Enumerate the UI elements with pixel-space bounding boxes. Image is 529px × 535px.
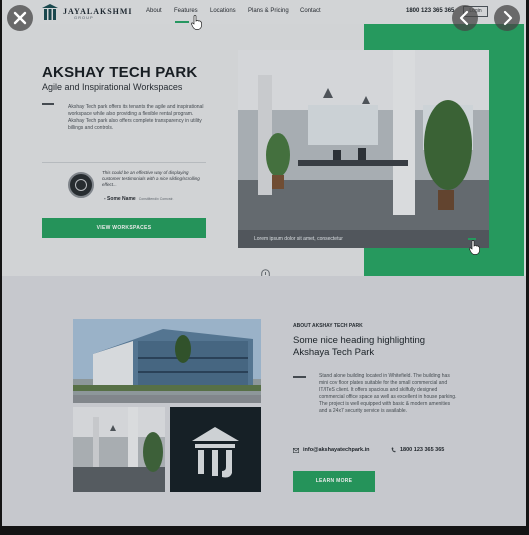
- nav-active-indicator: [175, 21, 189, 23]
- about-description: Stand alone building located in Whitefie…: [319, 373, 457, 414]
- contact-phone[interactable]: 1800 123 365 365: [400, 447, 444, 453]
- brand-subtitle: GROUP: [74, 15, 94, 20]
- hero-title: AKSHAY TECH PARK: [42, 64, 198, 81]
- testimonial-author-name: - Some Name: [104, 196, 136, 202]
- view-workspaces-button[interactable]: VIEW WORKSPACES: [42, 218, 206, 238]
- office-interior-photo: [238, 50, 489, 248]
- mail-icon: [293, 448, 299, 453]
- nav-features[interactable]: Features: [174, 8, 198, 14]
- viewer-prev-button[interactable]: [452, 5, 478, 31]
- hand-cursor-icon: [469, 240, 480, 255]
- about-kicker: ABOUT AKSHAY TECH PARK: [293, 323, 363, 329]
- close-icon: [13, 11, 27, 25]
- website-screenshot: JAYALAKSHMI GROUP About Features Locatio…: [2, 0, 526, 526]
- learn-more-button[interactable]: LEARN MORE: [293, 471, 375, 492]
- phone-icon: [391, 447, 396, 453]
- photo-caption: Lorem ipsum dolor sit amet, consectetur: [254, 236, 343, 242]
- nav-plans-pricing[interactable]: Plans & Pricing: [248, 8, 289, 14]
- nav-about[interactable]: About: [146, 8, 162, 14]
- logo-icon[interactable]: [40, 3, 60, 21]
- testimonial-author: - Some Name Constiltendix Comcstr.: [104, 196, 174, 202]
- viewer-next-button[interactable]: [494, 5, 520, 31]
- contact-email[interactable]: info@akshayatechpark.in: [303, 447, 370, 453]
- building-exterior-photo: [73, 319, 261, 403]
- hero-subtitle: Agile and Inspirational Workspaces: [42, 82, 183, 92]
- viewer-close-button[interactable]: [7, 5, 33, 31]
- about-dash: [293, 376, 306, 378]
- chevron-right-icon: [503, 10, 513, 26]
- avatar-ring: [75, 179, 87, 191]
- nav-locations[interactable]: Locations: [210, 8, 236, 14]
- header-phone[interactable]: 1800 123 365 365: [406, 8, 454, 14]
- hero-description: Akshay Tech park offers its tenants the …: [68, 104, 204, 131]
- navbar: JAYALAKSHMI GROUP About Features Locatio…: [2, 0, 526, 24]
- testimonial-avatar: [68, 172, 94, 198]
- hero-dash: [42, 103, 54, 105]
- hand-cursor-icon: [191, 15, 202, 30]
- testimonial-text: This could be an effective way of displa…: [102, 170, 200, 187]
- brand-logo-tile: [170, 407, 261, 492]
- image-viewer: JAYALAKSHMI GROUP About Features Locatio…: [0, 0, 529, 535]
- chevron-left-icon: [459, 10, 469, 26]
- nav-contact[interactable]: Contact: [300, 8, 321, 14]
- hero-divider: [42, 162, 206, 163]
- about-heading: Some nice heading highlighting Akshaya T…: [293, 335, 426, 358]
- office-lobby-photo: [73, 407, 165, 492]
- testimonial-author-role: Constiltendix Comcstr.: [138, 197, 174, 201]
